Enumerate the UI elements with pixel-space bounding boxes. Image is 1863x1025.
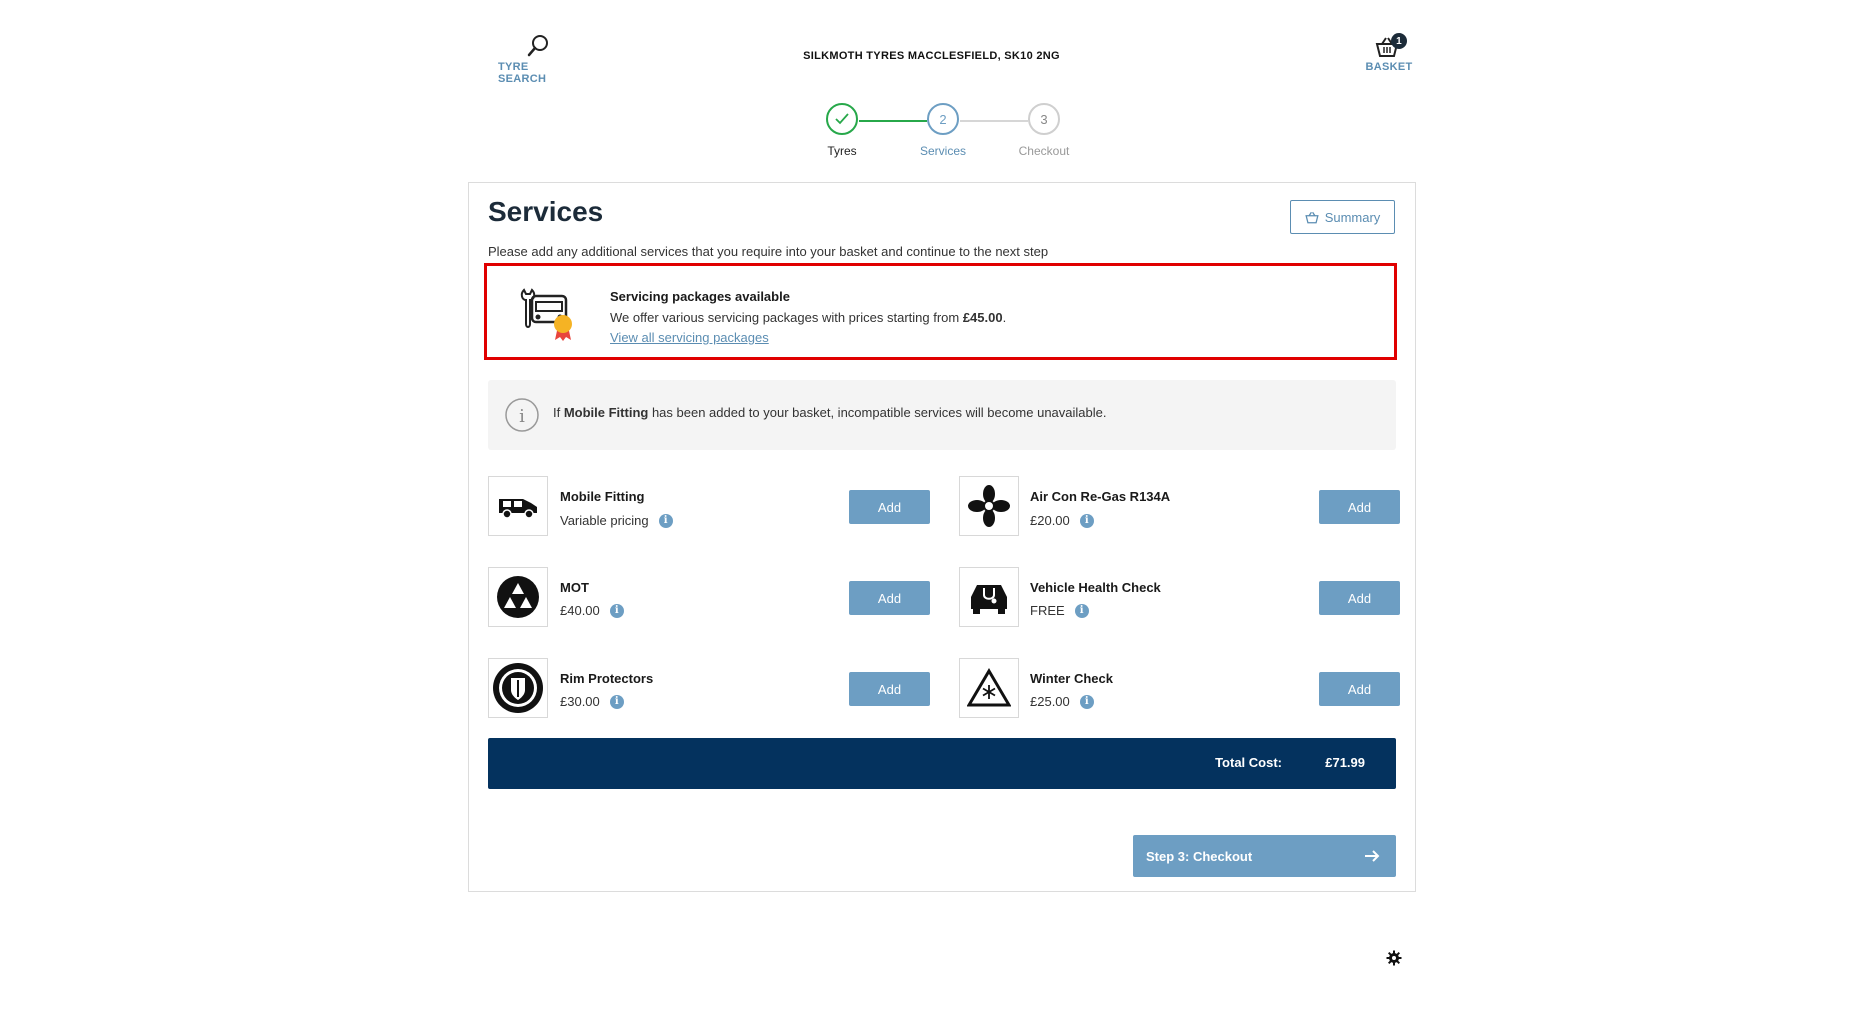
notice-prefix: If xyxy=(553,405,564,420)
tyre-search-label: TYRE SEARCH xyxy=(498,61,547,85)
add-health-check-button[interactable]: Add xyxy=(1319,581,1400,615)
info-icon[interactable]: i xyxy=(609,694,624,709)
service-name: MOT xyxy=(560,580,589,595)
checkout-label: Step 3: Checkout xyxy=(1146,848,1253,864)
basket-label: BASKET xyxy=(1365,61,1413,73)
basket-icon xyxy=(1305,211,1319,223)
service-name: Rim Protectors xyxy=(560,671,654,686)
step-services-label: Services xyxy=(919,144,966,158)
progress-line-pending xyxy=(960,120,1028,122)
basket-link[interactable]: 1 BASKET xyxy=(1354,33,1424,73)
service-price: £40.00 xyxy=(560,603,600,618)
service-price: £25.00 xyxy=(1030,694,1070,709)
promo-text-suffix: . xyxy=(1002,310,1007,325)
total-cost-bar: Total Cost: £71.99 xyxy=(488,738,1396,789)
add-rim-protectors-button[interactable]: Add xyxy=(849,672,930,706)
service-price-row: Variable pricing i xyxy=(560,513,673,528)
svg-text:i: i xyxy=(519,406,525,427)
van-icon xyxy=(488,476,548,536)
basket-count-badge: 1 xyxy=(1391,33,1407,49)
service-price: Variable pricing xyxy=(560,513,649,528)
step-3-checkout-button[interactable]: Step 3: Checkout xyxy=(1133,835,1396,877)
add-winter-check-button[interactable]: Add xyxy=(1319,672,1400,706)
total-cost-value: £71.99 xyxy=(1325,755,1365,770)
notice-text: If Mobile Fitting has been added to your… xyxy=(553,405,1106,420)
promo-text: We offer various servicing packages with… xyxy=(610,310,1006,325)
step-tyres-label: Tyres xyxy=(827,144,857,158)
arrow-right-icon xyxy=(1365,850,1380,862)
info-icon[interactable]: i xyxy=(1074,603,1089,618)
service-name: Winter Check xyxy=(1030,671,1113,686)
info-icon[interactable]: i xyxy=(1079,694,1094,709)
info-circle-icon: i xyxy=(504,397,540,438)
promo-price: £45.00 xyxy=(962,310,1003,325)
checkmark-icon xyxy=(835,113,849,125)
service-price-row: £40.00 i xyxy=(560,603,624,618)
intro-text: Please add any additional services that … xyxy=(488,244,1049,259)
view-servicing-packages-link[interactable]: View all servicing packages xyxy=(610,330,769,345)
mot-triangles-icon xyxy=(488,567,548,627)
info-icon[interactable]: i xyxy=(658,513,673,528)
service-name: Mobile Fitting xyxy=(560,489,645,504)
step-checkout-circle[interactable]: 3 xyxy=(1028,103,1060,135)
service-price-row: FREE i xyxy=(1030,603,1089,618)
car-stethoscope-icon xyxy=(959,567,1019,627)
service-name: Air Con Re-Gas R134A xyxy=(1030,489,1171,504)
service-price-row: £20.00 i xyxy=(1030,513,1094,528)
store-name: SILKMOTH TYRES MACCLESFIELD, SK10 2NG xyxy=(803,50,1060,62)
info-icon[interactable]: i xyxy=(1079,513,1094,528)
add-mot-button[interactable]: Add xyxy=(849,581,930,615)
service-price: £30.00 xyxy=(560,694,600,709)
servicing-package-icon xyxy=(516,284,582,355)
service-name: Vehicle Health Check xyxy=(1030,580,1161,595)
service-price-row: £25.00 i xyxy=(1030,694,1094,709)
add-mobile-fitting-button[interactable]: Add xyxy=(849,490,930,524)
add-air-con-button[interactable]: Add xyxy=(1319,490,1400,524)
gear-icon[interactable] xyxy=(1386,950,1402,971)
fan-icon xyxy=(959,476,1019,536)
rim-shield-icon xyxy=(488,658,548,718)
info-icon[interactable]: i xyxy=(609,603,624,618)
notice-bold: Mobile Fitting xyxy=(563,405,649,420)
promo-title: Servicing packages available xyxy=(610,289,790,304)
service-price-row: £30.00 i xyxy=(560,694,624,709)
promo-text-prefix: We offer various servicing packages with… xyxy=(610,310,963,325)
page-title: Services xyxy=(488,196,604,227)
step-services-circle[interactable]: 2 xyxy=(927,103,959,135)
step-tyres-circle[interactable] xyxy=(826,103,858,135)
service-price: FREE xyxy=(1030,603,1065,618)
summary-button[interactable]: Summary xyxy=(1290,200,1395,234)
progress-line-done xyxy=(859,120,927,122)
notice-suffix: has been added to your basket, incompati… xyxy=(648,405,1107,420)
step-checkout-label: Checkout xyxy=(1018,144,1070,158)
service-price: £20.00 xyxy=(1030,513,1070,528)
total-cost-label: Total Cost: xyxy=(1215,755,1282,770)
snow-warning-icon xyxy=(959,658,1019,718)
summary-label: Summary xyxy=(1324,209,1381,225)
